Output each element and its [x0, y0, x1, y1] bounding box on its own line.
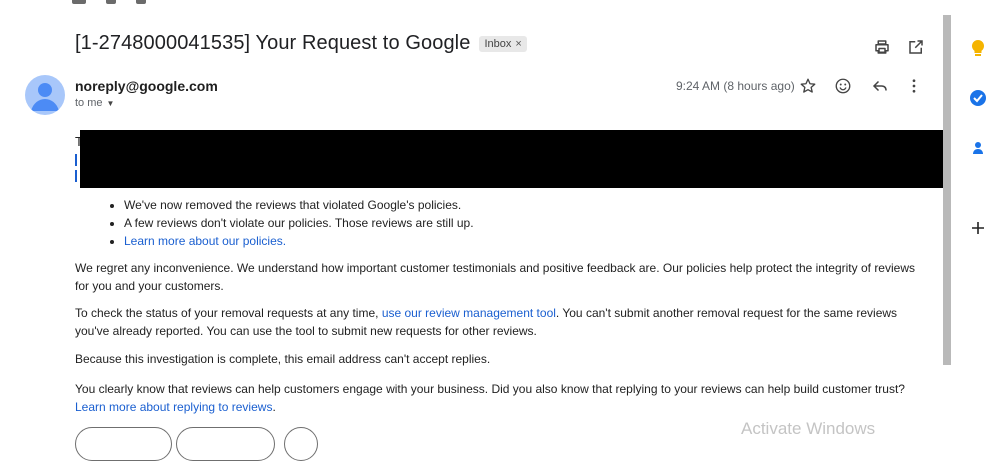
partial-link-fragment[interactable]: [75, 154, 77, 166]
body-paragraph: To check the status of your removal requ…: [75, 304, 925, 340]
replying-reviews-link[interactable]: Learn more about replying to reviews: [75, 400, 272, 414]
toolbar-icon[interactable]: [72, 0, 86, 4]
list-item: We've now removed the reviews that viola…: [124, 196, 474, 214]
timestamp: 9:24 AM (8 hours ago): [676, 79, 795, 93]
toolbar-icon[interactable]: [136, 0, 146, 4]
sender-email[interactable]: noreply@google.com: [75, 78, 218, 94]
recipient-text: to me: [75, 97, 103, 109]
add-icon[interactable]: [968, 218, 988, 238]
paragraph-text: .: [272, 400, 276, 414]
emoji-button[interactable]: [284, 427, 318, 461]
list-item: A few reviews don't violate our policies…: [124, 214, 474, 232]
body-paragraph: Because this investigation is complete, …: [75, 352, 491, 366]
avatar[interactable]: [25, 75, 65, 115]
top-toolbar-cutoff: [72, 0, 146, 4]
remove-label-icon[interactable]: ×: [515, 38, 521, 50]
activate-windows-watermark: Activate Windows: [741, 419, 876, 438]
star-icon[interactable]: [797, 75, 819, 97]
contacts-icon[interactable]: [968, 138, 988, 158]
print-icon[interactable]: [871, 36, 893, 58]
tasks-icon[interactable]: [968, 88, 988, 108]
result-bullet-list: We've now removed the reviews that viola…: [106, 196, 474, 250]
paragraph-text: You clearly know that reviews can help c…: [75, 382, 905, 396]
scrollbar[interactable]: [943, 15, 951, 365]
toolbar-icon[interactable]: [106, 0, 116, 4]
open-new-window-icon[interactable]: [905, 36, 927, 58]
review-tool-link[interactable]: use our review management tool: [382, 306, 556, 320]
email-subject: [1-2748000041535] Your Request to Google: [75, 32, 471, 54]
reply-button[interactable]: [75, 427, 172, 461]
emoji-icon[interactable]: [832, 75, 854, 97]
policies-link[interactable]: Learn more about our policies.: [124, 234, 286, 248]
redaction-block: [80, 130, 951, 188]
subject-row: [1-2748000041535] Your Request to Google…: [75, 32, 527, 55]
forward-button[interactable]: [176, 427, 275, 461]
recipient-details[interactable]: to me ▼: [75, 97, 114, 109]
body-paragraph: We regret any inconvenience. We understa…: [75, 261, 915, 293]
inbox-label-chip[interactable]: Inbox ×: [479, 35, 527, 52]
body-paragraph: You clearly know that reviews can help c…: [75, 380, 925, 416]
chevron-down-icon[interactable]: ▼: [107, 99, 115, 108]
partial-link-fragment[interactable]: [75, 170, 77, 182]
list-item: Learn more about our policies.: [124, 232, 474, 250]
paragraph-text: To check the status of your removal requ…: [75, 306, 382, 320]
label-text: Inbox: [484, 37, 512, 50]
more-vert-icon[interactable]: [903, 75, 925, 97]
keep-icon[interactable]: [968, 38, 988, 58]
reply-icon[interactable]: [869, 75, 891, 97]
